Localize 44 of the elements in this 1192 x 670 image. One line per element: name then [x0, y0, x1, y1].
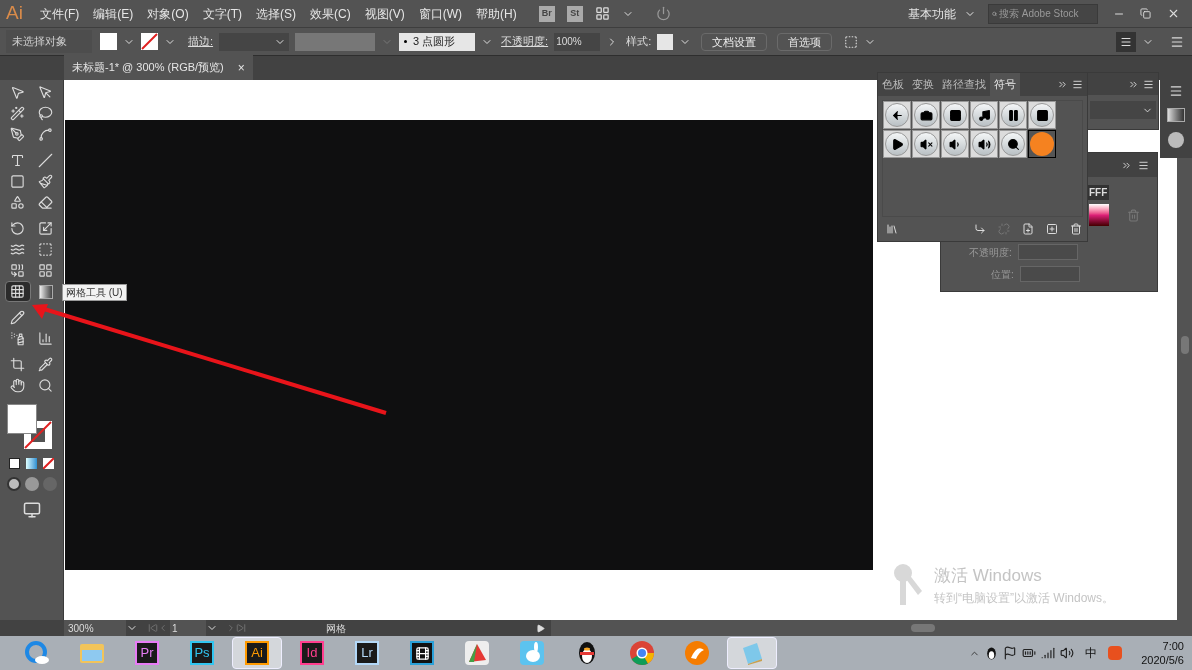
- menu-item[interactable]: 编辑(E): [93, 4, 134, 23]
- app-icon: Lr: [355, 641, 379, 665]
- app-icon: Ai: [245, 641, 269, 665]
- taskbar-app[interactable]: Pr: [122, 637, 172, 669]
- menu-item[interactable]: 效果(C): [310, 4, 351, 23]
- panel-tab[interactable]: 符号: [990, 73, 1020, 96]
- style-label: 样式:: [626, 34, 652, 50]
- tab-close-button[interactable]: ×: [237, 58, 245, 77]
- opacity-field[interactable]: 100%: [554, 32, 601, 51]
- input-method-indicator[interactable]: 中: [1085, 644, 1098, 662]
- menu-item[interactable]: 窗口(W): [418, 4, 462, 23]
- selection-status: 未选择对象: [6, 30, 92, 53]
- menu-item[interactable]: 视图(V): [364, 4, 405, 23]
- tooltip: 网格工具 (U): [62, 284, 127, 301]
- bridge-button[interactable]: Br: [538, 5, 555, 22]
- hex-field[interactable]: FFF: [1087, 185, 1110, 200]
- taskbar-app[interactable]: Ps: [177, 637, 227, 669]
- clock[interactable]: 7:00 2020/5/6: [1141, 639, 1184, 667]
- app-logo: Ai: [6, 1, 24, 26]
- control-bar-button[interactable]: 首选项: [777, 32, 833, 51]
- menu-item[interactable]: 文件(F): [40, 4, 80, 23]
- zoom-field[interactable]: 300%: [64, 620, 126, 636]
- menu-item[interactable]: 对象(O): [147, 4, 189, 23]
- menu-item[interactable]: 选择(S): [256, 4, 296, 23]
- activation-title: 激活 Windows: [934, 565, 1043, 588]
- opacity-label: 不透明度:: [501, 34, 549, 50]
- brush-field[interactable]: 3 点圆形: [399, 32, 476, 51]
- artboard-field[interactable]: 1: [170, 620, 206, 636]
- stroke-label: 描边:: [188, 34, 214, 50]
- app-icon: Ps: [190, 641, 214, 665]
- taskbar-app[interactable]: Lr: [342, 637, 392, 669]
- opacity-label: 不透明度:: [969, 245, 1012, 260]
- control-bar-button[interactable]: 文档设置: [701, 32, 768, 51]
- menu-item[interactable]: 文字(T): [202, 4, 242, 23]
- app-icon: Pr: [135, 641, 159, 665]
- workspace-switcher[interactable]: 基本功能: [908, 4, 976, 23]
- document-tab[interactable]: 未标题-1* @ 300% (RGB/预览) ×: [64, 55, 253, 80]
- search-field[interactable]: 搜索 Adobe Stock: [988, 3, 1098, 24]
- current-tool-status: 网格: [325, 621, 347, 636]
- taskbar-app[interactable]: Ai: [232, 637, 282, 669]
- bridge-button[interactable]: St: [566, 5, 583, 22]
- menu-item[interactable]: 帮助(H): [476, 4, 517, 23]
- app-icon: Id: [300, 641, 324, 665]
- taskbar-app[interactable]: Id: [287, 637, 337, 669]
